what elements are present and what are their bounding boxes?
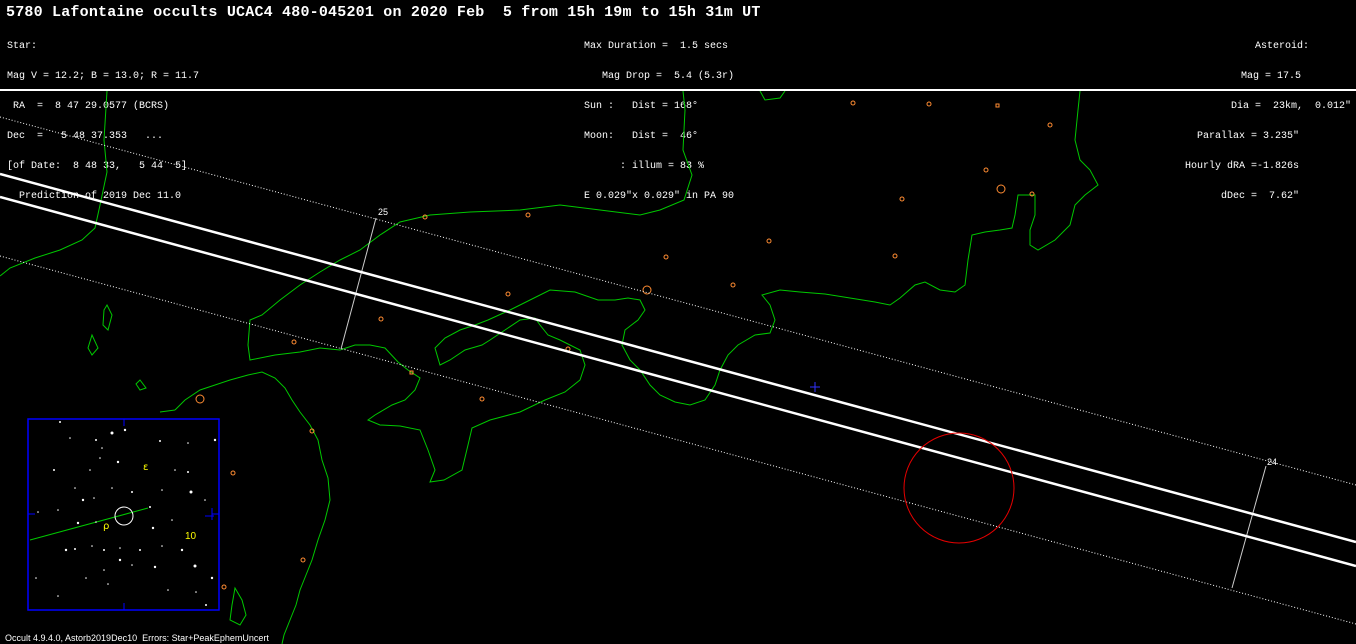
city-marker [291,339,297,345]
time-label: 25 [378,207,388,217]
coastline [87,333,99,356]
city-marker [300,557,306,563]
time-label: 24 [1267,457,1277,467]
city-marker [850,100,856,106]
coastline [229,586,247,626]
city-marker [766,238,772,244]
coastline [759,91,786,101]
error-circle [903,432,1015,544]
occultation-path-map: 25 24 ε ρ 10 [0,91,1356,644]
coastline [0,91,108,277]
city-marker [1047,122,1053,128]
city-markers [195,100,1053,590]
center-cross-icon [810,382,820,392]
coastline [247,91,1099,483]
city-marker [996,184,1006,194]
city-marker [926,101,932,107]
city-marker [663,254,669,260]
city-marker [995,103,1000,108]
city-marker [642,285,652,295]
time-tick-line [1231,465,1267,589]
star-chart-inset: ε ρ 10 [27,418,220,611]
city-marker [983,167,989,173]
city-marker [195,394,205,404]
city-marker [505,291,511,297]
city-marker [899,196,905,202]
coastline [159,409,176,413]
time-tick-line [340,217,377,350]
city-marker [730,282,736,288]
city-marker [892,253,898,259]
city-marker [479,396,485,402]
city-marker [230,470,236,476]
inset-mag-label: 10 [185,531,197,542]
inset-star-label: ρ [103,521,109,532]
inset-star-label: ε [143,462,148,473]
coastline [135,379,147,391]
city-marker [378,316,384,322]
city-marker [221,584,227,590]
footer-credits: Occult 4.9.4.0, Astorb2019Dec10 Errors: … [5,633,269,643]
coastline [102,303,113,331]
city-marker [525,212,531,218]
